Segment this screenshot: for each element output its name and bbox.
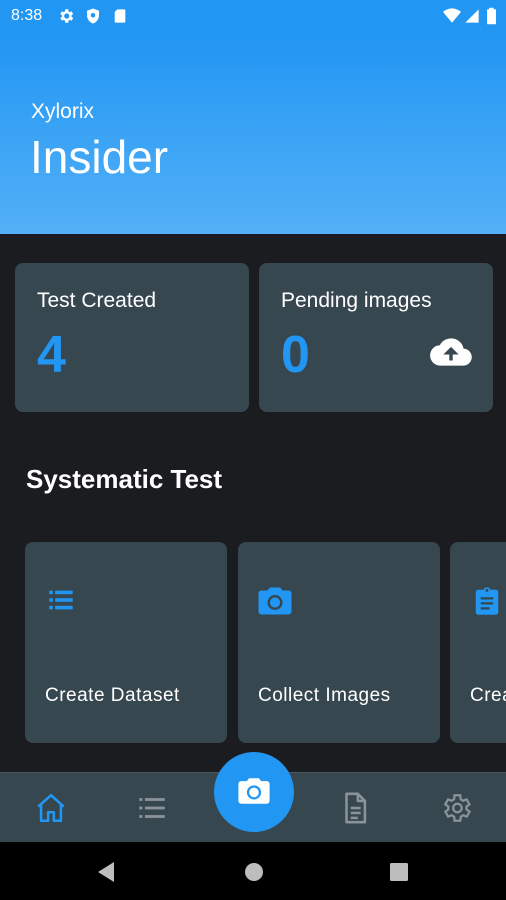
- stat-card-test-created[interactable]: Test Created 4: [15, 263, 249, 412]
- shield-icon: [87, 8, 99, 24]
- tile-create-partial[interactable]: Crea: [450, 542, 506, 743]
- stat-label: Test Created: [37, 289, 157, 312]
- wifi-icon: [443, 8, 461, 23]
- tile-label: Collect Images: [258, 685, 391, 706]
- signal-icon: [465, 9, 479, 23]
- system-nav-bar: [0, 842, 506, 900]
- stat-card-pending-images[interactable]: Pending images 0: [259, 263, 493, 412]
- gear-icon: [60, 9, 74, 23]
- camera-fab-button[interactable]: [214, 752, 294, 832]
- back-icon[interactable]: [96, 861, 116, 883]
- section-title: Systematic Test: [26, 464, 223, 494]
- page-title: Insider: [30, 131, 169, 183]
- home-circle-icon[interactable]: [244, 862, 264, 882]
- home-icon[interactable]: [34, 791, 68, 825]
- brand-name: Xylorix: [31, 100, 95, 123]
- list-icon[interactable]: [135, 791, 169, 825]
- clipboard-icon: [475, 587, 499, 615]
- camera-icon: [258, 587, 292, 615]
- tile-label: Create Dataset: [45, 685, 180, 706]
- camera-icon: [238, 778, 270, 804]
- app-header: Xylorix Insider: [0, 32, 506, 234]
- stat-value: 0: [281, 326, 310, 384]
- tile-carousel[interactable]: Create Dataset Collect Images Crea: [0, 540, 506, 746]
- stat-value: 4: [37, 326, 66, 384]
- stat-label: Pending images: [281, 289, 432, 312]
- tile-create-dataset[interactable]: Create Dataset: [25, 542, 227, 743]
- document-icon[interactable]: [338, 791, 372, 825]
- cloud-upload-icon[interactable]: [430, 335, 472, 369]
- settings-icon[interactable]: [439, 791, 473, 825]
- list-icon: [49, 590, 73, 610]
- tile-collect-images[interactable]: Collect Images: [238, 542, 440, 743]
- status-bar: 8:38: [0, 0, 506, 32]
- battery-icon: [487, 7, 496, 25]
- tile-label: Crea: [470, 685, 506, 706]
- status-time: 8:38: [11, 7, 43, 24]
- recents-icon[interactable]: [390, 863, 408, 881]
- sd-card-icon: [114, 9, 126, 23]
